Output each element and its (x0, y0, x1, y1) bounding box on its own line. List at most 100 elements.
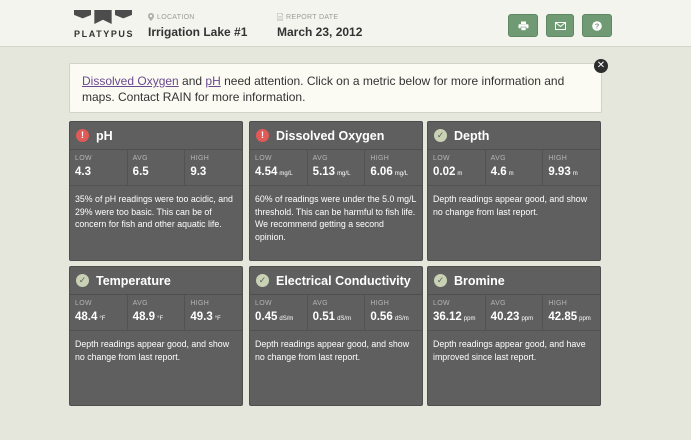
stat-avg-label: AVG (490, 300, 506, 307)
stat-avg: AVG 5.13 mg/L (308, 150, 366, 185)
low-value: 4.54 (255, 166, 278, 178)
stat-avg-label: AVG (132, 300, 148, 307)
metric-card-temperature[interactable]: ✓ Temperature LOW 48.4 °F AVG 48.9 °F HIGH… (69, 266, 243, 406)
stat-low-value: 48.4 °F (75, 311, 127, 323)
metric-card-header: ✓ Depth (428, 122, 600, 150)
unit-label: dS/m (394, 316, 409, 322)
alert-icon: ! (256, 129, 269, 142)
location-pin-icon (148, 13, 154, 21)
metric-card-ph[interactable]: ! pH LOW 4.3 AVG 6.5 HIGH 9.3 35% of pH … (69, 121, 243, 261)
ph-link[interactable]: pH (205, 74, 220, 88)
low-value: 0.02 (433, 166, 456, 178)
metric-title: Depth (454, 128, 490, 143)
alert-icon: ! (76, 129, 89, 142)
platypus-logo[interactable]: PLATYPUS (74, 10, 135, 39)
stat-low: LOW 4.3 (70, 150, 128, 185)
stat-low-label: LOW (75, 155, 92, 162)
stat-high-value: 0.56 dS/m (370, 311, 422, 323)
document-icon (277, 13, 283, 21)
print-button[interactable] (508, 14, 538, 37)
stat-high-value: 9.93 m (548, 166, 600, 178)
location-info: LOCATION Irrigation Lake #1 (148, 13, 247, 39)
stat-avg-label: AVG (490, 155, 506, 162)
metric-card-header: ✓ Electrical Conductivity (250, 267, 422, 295)
stat-low-value: 4.54 mg/L (255, 166, 307, 178)
stat-low-label: LOW (75, 300, 92, 307)
metric-card-dissolved-oxygen[interactable]: ! Dissolved Oxygen LOW 4.54 mg/L AVG 5.13… (249, 121, 423, 261)
stat-high: HIGH 9.3 (185, 150, 242, 185)
stat-low: LOW 36.12 ppm (428, 295, 486, 330)
location-label: LOCATION (157, 13, 195, 21)
metric-card-depth[interactable]: ✓ Depth LOW 0.02 m AVG 4.6 m HIGH 9.93 m De… (427, 121, 601, 261)
metric-title: pH (96, 128, 113, 143)
help-button[interactable]: ? (582, 14, 612, 37)
stat-high: HIGH 49.3 °F (185, 295, 242, 330)
avg-value: 5.13 (312, 166, 336, 178)
metric-description: Depth readings appear good, and have imp… (433, 339, 586, 362)
stat-high-value: 49.3 °F (190, 311, 242, 323)
high-value: 6.06 (370, 166, 393, 178)
stat-avg-value: 0.51 dS/m (313, 311, 365, 323)
metric-card-header: ✓ Bromine (428, 267, 600, 295)
high-value: 9.93 (548, 166, 571, 178)
unit-label: °F (214, 316, 221, 322)
unit-label: ppm (521, 316, 534, 322)
metric-description: 60% of readings were under the 5.0 mg/L … (255, 194, 417, 242)
stat-avg-label: AVG (132, 155, 148, 162)
metric-description: Depth readings appear good, and show no … (433, 194, 588, 217)
stat-low-value: 36.12 ppm (433, 311, 485, 323)
stat-avg: AVG 48.9 °F (128, 295, 186, 330)
high-value: 9.3 (190, 166, 207, 178)
email-button[interactable] (546, 14, 574, 37)
stat-avg-value: 4.6 m (491, 166, 543, 178)
stat-avg-value: 40.23 ppm (491, 311, 543, 323)
low-value: 0.45 (255, 311, 278, 323)
metric-stats: LOW 0.02 m AVG 4.6 m HIGH 9.93 m (428, 150, 600, 186)
print-icon (518, 21, 528, 31)
check-icon: ✓ (76, 274, 89, 287)
metric-card-header: ✓ Temperature (70, 267, 242, 295)
metric-description: 35% of pH readings were too acidic, and … (75, 194, 233, 229)
logo-mark-icon (74, 10, 132, 24)
report-date-label: REPORT DATE (286, 13, 339, 21)
metric-card-bromine[interactable]: ✓ Bromine LOW 36.12 ppm AVG 40.23 ppm HIGH… (427, 266, 601, 406)
stat-high-value: 6.06 mg/L (370, 166, 422, 178)
close-icon: ✕ (596, 60, 606, 71)
stat-low: LOW 0.02 m (428, 150, 486, 185)
svg-text:?: ? (595, 21, 600, 30)
check-icon: ✓ (256, 274, 269, 287)
metric-stats: LOW 4.3 AVG 6.5 HIGH 9.3 (70, 150, 242, 186)
stat-high-label: HIGH (190, 155, 210, 162)
stat-high-label: HIGH (190, 300, 210, 307)
close-alert-button[interactable]: ✕ (594, 59, 608, 73)
stat-avg: AVG 6.5 (128, 150, 186, 185)
stat-low-label: LOW (433, 300, 450, 307)
unit-label: mg/L (279, 171, 293, 177)
metric-card-header: ! Dissolved Oxygen (250, 122, 422, 150)
metric-card-electrical-conductivity[interactable]: ✓ Electrical Conductivity LOW 0.45 dS/m A… (249, 266, 423, 406)
metric-card-header: ! pH (70, 122, 242, 150)
stat-high-label: HIGH (548, 155, 568, 162)
stat-avg: AVG 4.6 m (486, 150, 544, 185)
alert-text-and: and (178, 74, 206, 88)
unit-label: m (457, 171, 463, 177)
metric-title: Temperature (96, 273, 171, 288)
dissolved-oxygen-link[interactable]: Dissolved Oxygen (82, 74, 179, 88)
high-value: 0.56 (370, 311, 393, 323)
stat-avg: AVG 40.23 ppm (486, 295, 544, 330)
avg-value: 6.5 (132, 166, 149, 178)
report-date-value: March 23, 2012 (277, 25, 363, 39)
unit-label: m (508, 171, 514, 177)
stat-avg: AVG 0.51 dS/m (308, 295, 366, 330)
logo-text: PLATYPUS (74, 29, 135, 39)
low-value: 48.4 (75, 311, 98, 323)
metric-description: Depth readings appear good, and show no … (75, 339, 230, 362)
metric-title: Electrical Conductivity (276, 273, 411, 288)
high-value: 49.3 (190, 311, 213, 323)
stat-high-label: HIGH (548, 300, 568, 307)
stat-low-label: LOW (433, 155, 450, 162)
mail-icon (554, 21, 566, 30)
location-value: Irrigation Lake #1 (148, 25, 248, 39)
attention-alert: Dissolved Oxygen and pH need attention. … (69, 63, 602, 113)
stat-low-value: 4.3 (75, 166, 127, 178)
